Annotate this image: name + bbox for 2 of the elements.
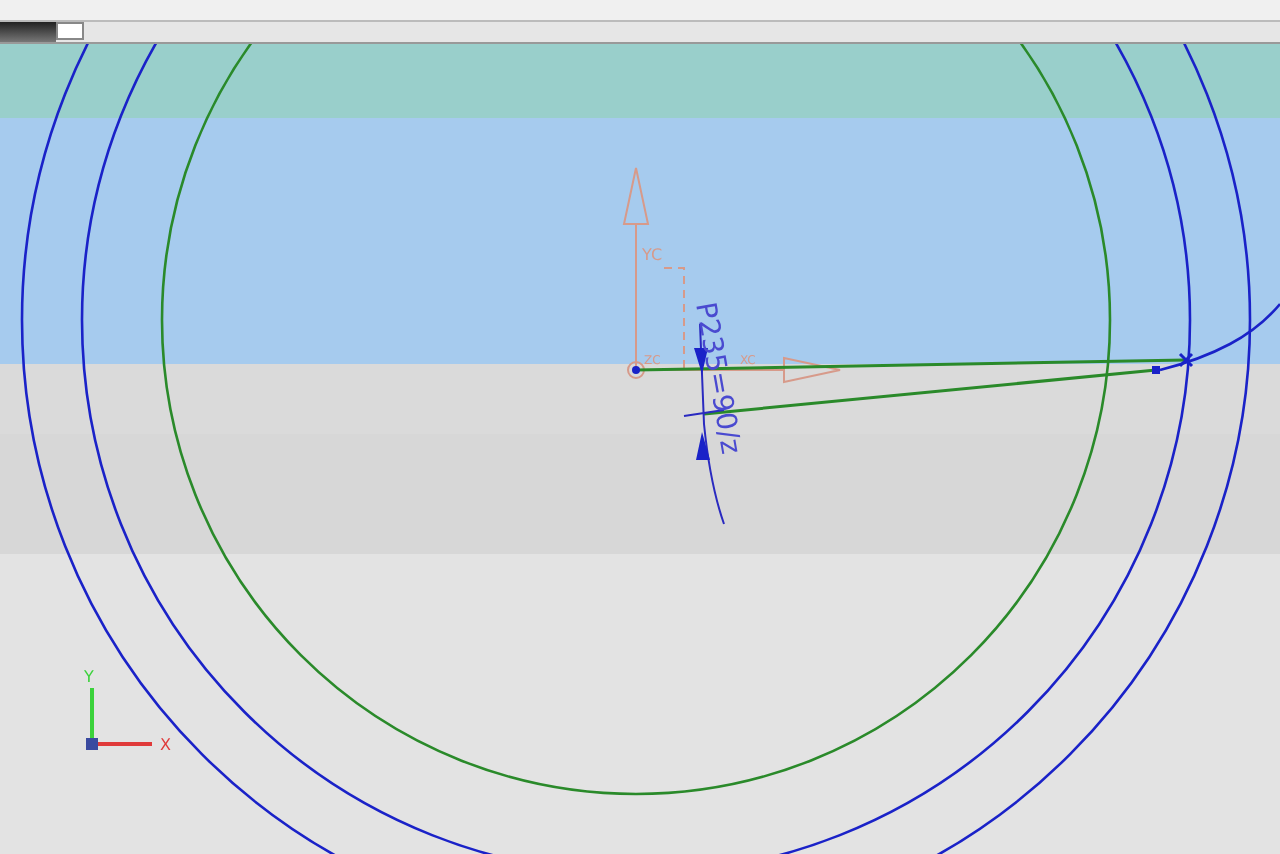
scrollbar[interactable] xyxy=(0,22,1280,44)
axis-triad-drawing: Y X xyxy=(84,668,171,754)
